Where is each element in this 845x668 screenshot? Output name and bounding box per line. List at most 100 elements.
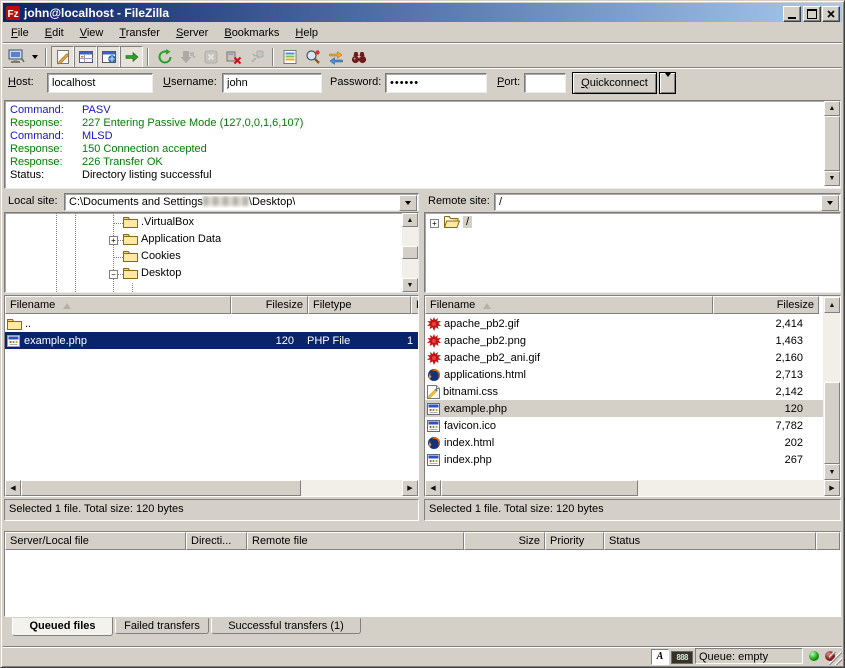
- file-size: 2,142: [713, 386, 813, 398]
- disconnect-button[interactable]: [222, 46, 245, 68]
- remote-list-hscrollbar[interactable]: ◀ ▶: [425, 480, 840, 496]
- directory-comparison-button[interactable]: [301, 46, 324, 68]
- local-list-hscrollbar[interactable]: ◀ ▶: [5, 480, 418, 496]
- local-tree-scrollbar[interactable]: ▲ ▼: [402, 213, 418, 292]
- toggle-local-tree-button[interactable]: [74, 46, 97, 68]
- scrollbar-thumb[interactable]: [824, 116, 840, 171]
- toggle-transfer-queue-button[interactable]: [120, 46, 143, 68]
- file-row[interactable]: apache_pb2.gif 2,414: [425, 315, 823, 332]
- file-row[interactable]: index.php 267: [425, 451, 823, 468]
- host-input[interactable]: [47, 73, 153, 93]
- file-row[interactable]: applications.html 2,713: [425, 366, 823, 383]
- port-input[interactable]: [524, 73, 566, 93]
- folder-icon: [123, 233, 138, 245]
- menu-help[interactable]: Help: [287, 25, 326, 41]
- column-header-filename[interactable]: Filename: [425, 296, 713, 314]
- log-text: PASV: [82, 104, 111, 116]
- filter-button[interactable]: [278, 46, 301, 68]
- toolbar-separator: [45, 48, 47, 66]
- speed-limits-icon[interactable]: 888: [671, 651, 693, 664]
- expand-plus-icon[interactable]: +: [430, 219, 439, 228]
- scroll-down-button[interactable]: ▼: [402, 278, 418, 292]
- column-header-filetype[interactable]: Filetype: [308, 296, 411, 314]
- menu-view[interactable]: View: [72, 25, 112, 41]
- scrollbar-thumb[interactable]: [441, 480, 638, 496]
- scroll-left-button[interactable]: ◀: [5, 480, 21, 496]
- menu-edit[interactable]: Edit: [37, 25, 72, 41]
- tree-item-desktop[interactable]: Desktop: [123, 267, 181, 279]
- scroll-left-button[interactable]: ◀: [425, 480, 441, 496]
- local-site-combobox[interactable]: C:\Documents and Settings\Desktop\: [64, 193, 419, 211]
- queue-column-status[interactable]: Status: [604, 532, 816, 550]
- column-header-filesize[interactable]: Filesize: [713, 296, 819, 314]
- close-button[interactable]: [822, 6, 840, 22]
- reconnect-button[interactable]: [245, 46, 268, 68]
- tab-successful-transfers[interactable]: Successful transfers (1): [211, 618, 361, 634]
- tree-item-virtualbox[interactable]: .VirtualBox: [123, 216, 194, 228]
- combo-dropdown-button[interactable]: [399, 195, 417, 211]
- file-row-parent-dir[interactable]: ..: [5, 315, 418, 332]
- scrollbar-thumb[interactable]: [21, 480, 301, 496]
- file-row[interactable]: favicon.ico 7,782: [425, 417, 823, 434]
- maximize-button[interactable]: [803, 6, 821, 22]
- tab-queued-files[interactable]: Queued files: [12, 617, 113, 636]
- scroll-up-button[interactable]: ▲: [824, 297, 840, 313]
- synchronized-browsing-button[interactable]: [324, 46, 347, 68]
- tree-item-root[interactable]: /: [444, 215, 472, 228]
- scrollbar-thumb[interactable]: [402, 246, 418, 259]
- resize-grip[interactable]: [829, 652, 842, 665]
- scroll-right-button[interactable]: ▶: [824, 480, 840, 496]
- file-row[interactable]: index.html 202: [425, 434, 823, 451]
- scroll-up-button[interactable]: ▲: [824, 101, 840, 116]
- tree-item-cookies[interactable]: Cookies: [123, 250, 181, 262]
- combo-dropdown-button[interactable]: [821, 195, 839, 211]
- quickconnect-button[interactable]: Quickconnect: [572, 72, 657, 94]
- username-input[interactable]: [222, 73, 322, 93]
- menu-file[interactable]: File: [3, 25, 37, 41]
- file-name: index.php: [444, 454, 492, 466]
- password-input[interactable]: [385, 73, 487, 93]
- cancel-operation-button[interactable]: [199, 46, 222, 68]
- collapse-minus-icon[interactable]: −: [109, 270, 118, 279]
- column-header-last-modified[interactable]: L: [411, 296, 419, 314]
- queue-column-direction[interactable]: Directi...: [186, 532, 247, 550]
- site-manager-button[interactable]: [5, 46, 28, 68]
- queue-column-priority[interactable]: Priority: [545, 532, 604, 550]
- log-label: Status:: [10, 169, 82, 182]
- remote-list-vscrollbar[interactable]: ▲ ▼: [823, 296, 840, 480]
- scroll-up-button[interactable]: ▲: [402, 213, 418, 227]
- menu-transfer[interactable]: Transfer: [111, 25, 168, 41]
- file-row[interactable]: bitnami.css 2,142: [425, 383, 823, 400]
- column-header-filename[interactable]: Filename: [5, 296, 231, 314]
- expand-plus-icon[interactable]: +: [109, 236, 118, 245]
- remote-site-combobox[interactable]: /: [494, 193, 841, 211]
- menu-server[interactable]: Server: [168, 25, 216, 41]
- site-manager-dropdown[interactable]: [28, 46, 41, 68]
- toggle-message-log-button[interactable]: [51, 46, 74, 68]
- menu-bookmarks[interactable]: Bookmarks: [216, 25, 287, 41]
- tree-item-application-data[interactable]: Application Data: [123, 233, 221, 245]
- log-scrollbar[interactable]: ▲ ▼: [824, 101, 840, 186]
- toggle-remote-tree-button[interactable]: [97, 46, 120, 68]
- file-row-selected[interactable]: example.php 120 PHP File 1: [5, 332, 418, 349]
- log-text: MLSD: [82, 130, 113, 142]
- quickconnect-dropdown[interactable]: [659, 72, 676, 94]
- queue-column-size[interactable]: Size: [464, 532, 545, 550]
- scroll-down-button[interactable]: ▼: [824, 464, 840, 480]
- queue-column-remote-file[interactable]: Remote file: [247, 532, 464, 550]
- find-files-button[interactable]: [347, 46, 370, 68]
- tab-failed-transfers[interactable]: Failed transfers: [115, 618, 209, 634]
- transfer-type-ascii-icon[interactable]: A: [651, 649, 669, 665]
- process-queue-button[interactable]: [176, 46, 199, 68]
- column-header-filesize[interactable]: Filesize: [231, 296, 308, 314]
- queue-column-server-local-file[interactable]: Server/Local file: [5, 532, 186, 550]
- file-row-selected[interactable]: example.php 120: [425, 400, 823, 417]
- scroll-right-button[interactable]: ▶: [402, 480, 418, 496]
- file-row[interactable]: apache_pb2_ani.gif 2,160: [425, 349, 823, 366]
- local-path: C:\Documents and Settings\Desktop\: [69, 196, 295, 208]
- refresh-button[interactable]: [153, 46, 176, 68]
- minimize-button[interactable]: [783, 6, 801, 22]
- scroll-down-button[interactable]: ▼: [824, 171, 840, 186]
- file-row[interactable]: apache_pb2.png 1,463: [425, 332, 823, 349]
- scrollbar-thumb[interactable]: [824, 382, 840, 464]
